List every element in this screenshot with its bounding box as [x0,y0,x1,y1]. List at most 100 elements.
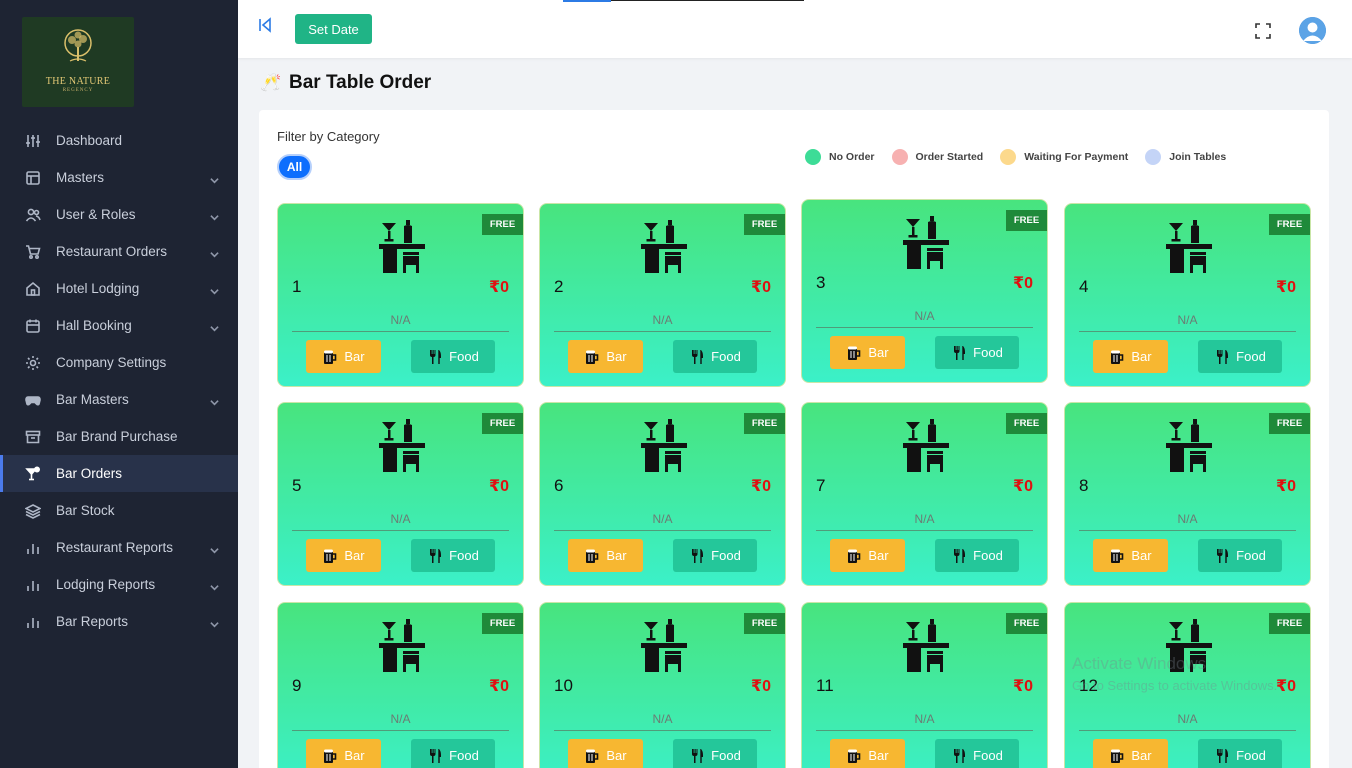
sidebar-item-label: Masters [56,170,105,185]
food-button-label: Food [711,748,741,763]
sidebar-item-bar-masters[interactable]: Bar Masters [0,381,238,418]
sidebar-item-lodging-reports[interactable]: Lodging Reports [0,566,238,603]
card-divider [816,730,1033,731]
table-card[interactable]: FREE 2 ₹0 N/A Bar Food [539,203,786,387]
table-card[interactable]: FREE 11 ₹0 N/A Bar Food [801,602,1048,768]
food-order-button[interactable]: Food [935,739,1019,768]
table-card[interactable]: FREE 10 ₹0 N/A Bar Food [539,602,786,768]
table-card[interactable]: FREE 4 ₹0 N/A Bar Food [1064,203,1311,387]
set-date-button[interactable]: Set Date [295,14,372,44]
chevron-down-icon [210,543,219,554]
bar-order-button[interactable]: Bar [1093,739,1168,768]
brand-subtitle: REGENCY [62,88,94,93]
table-number: 6 [554,476,564,495]
table-card[interactable]: FREE 1 ₹0 N/A Bar Food [277,203,524,387]
food-button-label: Food [973,548,1003,563]
bar-order-button[interactable]: Bar [830,539,905,572]
bar-order-button[interactable]: Bar [1093,340,1168,373]
collapse-sidebar-icon[interactable] [258,17,272,33]
filter-label: Filter by Category [277,129,380,144]
fullscreen-icon[interactable] [1255,23,1271,39]
bar-order-button[interactable]: Bar [830,336,905,369]
food-order-button[interactable]: Food [411,739,495,768]
bar-order-button[interactable]: Bar [1093,539,1168,572]
beer-mug-icon [848,749,861,763]
sidebar-item-restaurant-reports[interactable]: Restaurant Reports [0,529,238,566]
bar-order-button[interactable]: Bar [568,539,643,572]
status-badge: FREE [744,413,785,434]
table-amount: ₹0 [488,678,509,695]
food-order-button[interactable]: Food [935,539,1019,572]
bar-order-button[interactable]: Bar [306,739,381,768]
table-amount: ₹0 [750,678,771,695]
sidebar-item-bar-stock[interactable]: Bar Stock [0,492,238,529]
table-status: N/A [652,313,673,327]
layout-icon [24,169,42,187]
bar-order-button[interactable]: Bar [830,739,905,768]
food-button-label: Food [449,748,479,763]
sidebar-item-hall-booking[interactable]: Hall Booking [0,307,238,344]
sidebar-item-company-settings[interactable]: Company Settings [0,344,238,381]
chevron-down-icon [210,617,219,628]
food-order-button[interactable]: Food [673,340,757,373]
sidebar-item-hotel-lodging[interactable]: Hotel Lodging [0,270,238,307]
utensils-icon [1217,548,1229,563]
sidebar-item-bar-orders[interactable]: Bar Orders [0,455,238,492]
sidebar-item-masters[interactable]: Masters [0,159,238,196]
table-amount: ₹0 [1275,478,1296,495]
sidebar-item-label: Bar Masters [56,392,129,407]
food-order-button[interactable]: Food [935,336,1019,369]
legend-label: Join Tables [1169,151,1227,163]
table-card[interactable]: FREE 3 ₹0 N/A Bar Food [801,199,1048,383]
sidebar-item-user-roles[interactable]: User & Roles [0,196,238,233]
cart-icon [24,243,42,261]
utensils-icon [954,748,966,763]
food-order-button[interactable]: Food [1198,340,1282,373]
table-amount: ₹0 [1012,678,1033,695]
food-order-button[interactable]: Food [1198,739,1282,768]
card-divider [1079,530,1296,531]
bar-table-icon [1166,417,1212,475]
legend-dot [891,149,908,165]
food-order-button[interactable]: Food [1198,539,1282,572]
table-card[interactable]: FREE 9 ₹0 N/A Bar Food [277,602,524,768]
table-card[interactable]: FREE 7 ₹0 N/A Bar Food [801,402,1048,586]
bar-order-button[interactable]: Bar [568,340,643,373]
status-badge: FREE [482,214,523,235]
table-card[interactable]: FREE 8 ₹0 N/A Bar Food [1064,402,1311,586]
food-order-button[interactable]: Food [673,739,757,768]
bar-button-label: Bar [606,548,627,563]
table-card[interactable]: FREE 5 ₹0 N/A Bar Food [277,402,524,586]
user-avatar[interactable] [1299,17,1326,44]
brand-logo[interactable]: THE NATURE REGENCY [22,17,134,107]
legend-dot [1145,149,1162,165]
sidebar-item-bar-brand-purchase[interactable]: Bar Brand Purchase [0,418,238,455]
sidebar: THE NATURE REGENCY Dashboard Masters User … [0,0,238,768]
table-card[interactable]: FREE 6 ₹0 N/A Bar Food [539,402,786,586]
table-status: N/A [390,712,411,726]
utensils-icon [954,548,966,563]
food-order-button[interactable]: Food [411,340,495,373]
sidebar-item-bar-reports[interactable]: Bar Reports [0,603,238,640]
sidebar-item-restaurant-orders[interactable]: Restaurant Orders [0,233,238,270]
category-chip-all[interactable]: All [277,154,312,180]
bar-order-button[interactable]: Bar [306,340,381,373]
utensils-icon [954,345,966,360]
tree-logo-icon [64,29,92,62]
card-divider [816,530,1033,531]
bar-table-icon [641,417,687,475]
food-order-button[interactable]: Food [411,539,495,572]
bar-order-button[interactable]: Bar [306,539,381,572]
bar-order-button[interactable]: Bar [568,739,643,768]
beer-mug-icon [324,749,337,763]
card-divider [292,331,509,332]
food-button-label: Food [711,349,741,364]
cocktail-icon [24,465,42,483]
legend-item: No Order [805,149,875,165]
sidebar-item-dashboard[interactable]: Dashboard [0,122,238,159]
food-order-button[interactable]: Food [673,539,757,572]
food-button-label: Food [1236,548,1266,563]
chevron-down-icon [210,247,219,258]
table-status: N/A [1177,512,1198,526]
table-status: N/A [914,512,935,526]
